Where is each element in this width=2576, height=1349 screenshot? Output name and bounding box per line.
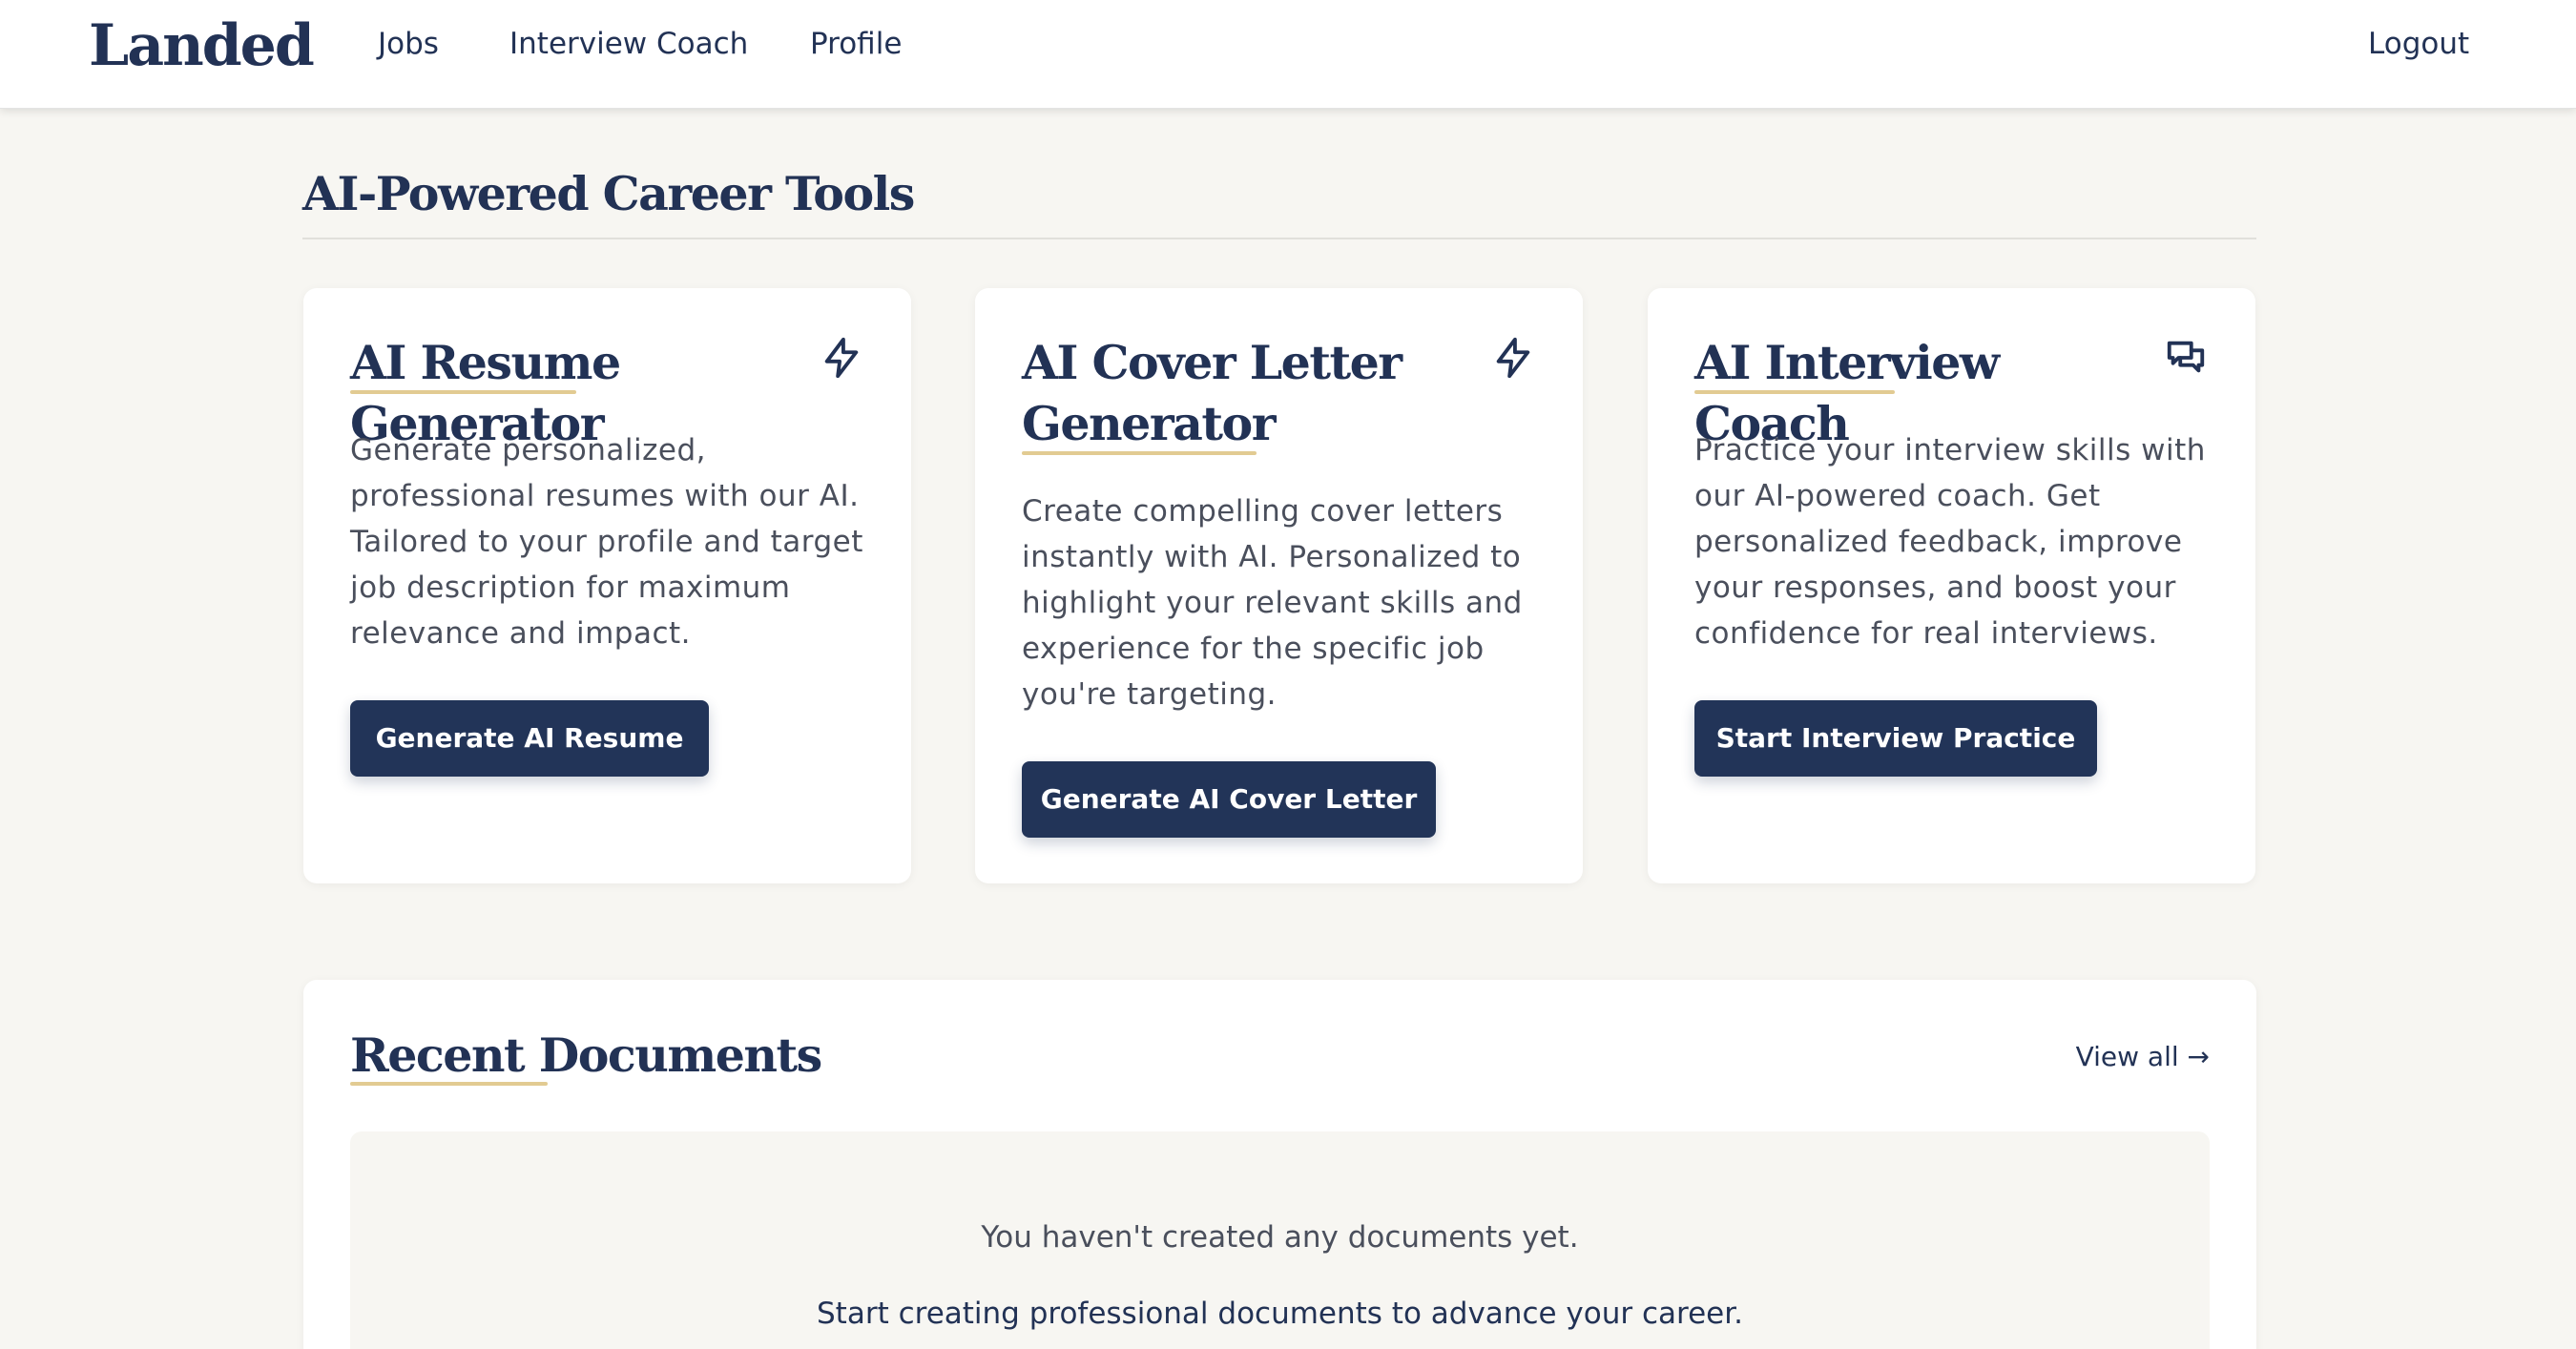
nav-jobs[interactable]: Jobs	[378, 23, 439, 65]
card-title: AI Cover Letter Generator	[1022, 335, 1402, 451]
nav-profile[interactable]: Profile	[810, 23, 902, 65]
title-underline	[350, 1082, 548, 1086]
recent-documents-panel: Recent Documents View all → You haven't …	[303, 980, 2256, 1349]
card-description: Create compelling cover letters instantl…	[1022, 494, 1523, 712]
empty-state-cta: Start creating professional documents to…	[817, 1297, 1743, 1331]
section-divider	[302, 238, 2256, 239]
chat-bubbles-icon	[2164, 336, 2208, 380]
card-description: Generate personalized, professional resu…	[350, 433, 863, 651]
recent-documents-title: Recent Documents	[350, 1027, 822, 1083]
top-navigation-bar: Landed Jobs Interview Coach Profile Logo…	[0, 0, 2576, 109]
lightning-icon	[1491, 336, 1535, 380]
section-title: AI-Powered Career Tools	[302, 166, 915, 221]
resume-generator-card: AI Resume Generator Generate personalize…	[303, 288, 911, 883]
empty-state-message: You haven't created any documents yet.	[981, 1220, 1579, 1255]
start-interview-practice-button[interactable]: Start Interview Practice	[1694, 700, 2097, 777]
title-underline	[1022, 451, 1257, 455]
brand-logo[interactable]: Landed	[89, 8, 315, 84]
logout-link[interactable]: Logout	[2368, 23, 2469, 65]
card-description: Practice your interview skills with our …	[1694, 433, 2206, 651]
empty-state: You haven't created any documents yet. S…	[350, 1131, 2210, 1349]
interview-coach-card: AI Interview Coach Practice your intervi…	[1648, 288, 2255, 883]
view-all-link[interactable]: View all →	[2076, 1038, 2210, 1076]
generate-resume-button[interactable]: Generate AI Resume	[350, 700, 709, 777]
generate-cover-letter-button[interactable]: Generate AI Cover Letter	[1022, 761, 1436, 838]
title-underline	[1694, 390, 1895, 394]
title-underline	[350, 390, 576, 394]
nav-interview-coach[interactable]: Interview Coach	[509, 23, 748, 65]
lightning-icon	[820, 336, 863, 380]
cover-letter-generator-card: AI Cover Letter Generator Create compell…	[975, 288, 1583, 883]
